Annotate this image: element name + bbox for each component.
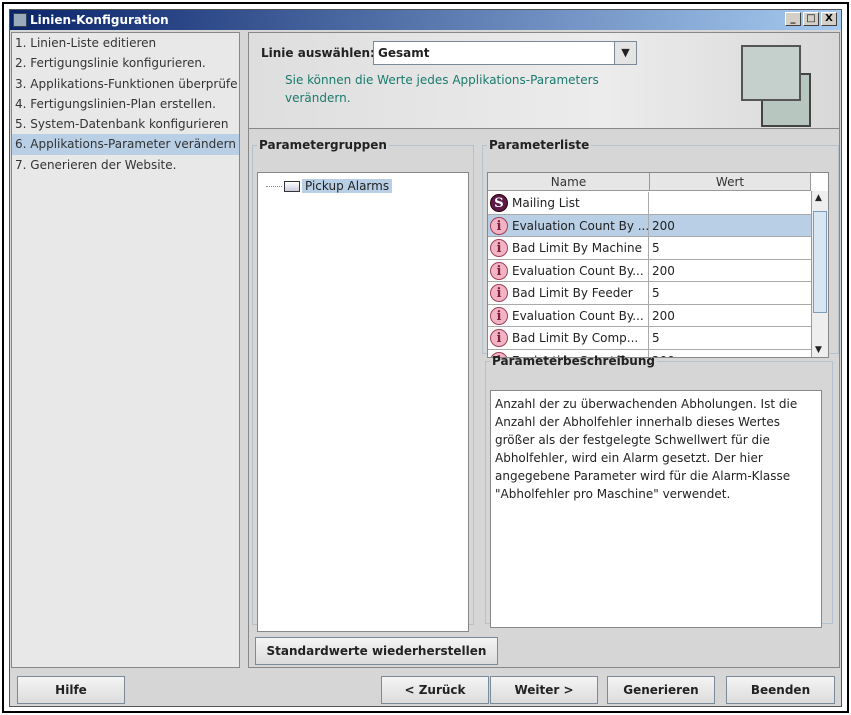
- param-value[interactable]: 200: [650, 260, 675, 282]
- back-button[interactable]: < Zurück: [381, 676, 489, 704]
- parameter-list-title: Parameterliste: [489, 138, 590, 152]
- table-row[interactable]: i Bad Limit By Feeder 5: [488, 282, 811, 305]
- param-name-cell: S Mailing List: [488, 192, 649, 214]
- param-name: Bad Limit By Comp...: [512, 331, 639, 345]
- folder-icon: [284, 181, 300, 192]
- restore-defaults-button[interactable]: Standardwerte wiederherstellen: [255, 637, 498, 665]
- param-name: Bad Limit By Feeder: [512, 286, 633, 300]
- wizard-steps-list: 1. Linien-Liste editieren 2. Fertigungsl…: [11, 32, 240, 668]
- param-name: Mailing List: [512, 196, 580, 210]
- tree-line: [266, 186, 282, 187]
- param-name-cell: i Bad Limit By Machine: [488, 237, 649, 259]
- hint-text: Sie können die Werte jedes Applikations-…: [285, 73, 599, 105]
- table-row[interactable]: i Evaluation Count By ... 200: [488, 214, 811, 237]
- parameter-description-text: Anzahl der zu überwachenden Abholungen. …: [490, 390, 822, 628]
- tree-node-label: Pickup Alarms: [302, 179, 393, 193]
- parameter-groups-tree: Pickup Alarms: [257, 172, 469, 632]
- param-value[interactable]: 200: [650, 215, 675, 237]
- column-header-name[interactable]: Name: [488, 173, 650, 191]
- table-row[interactable]: i Bad Limit By Machine 5: [488, 237, 811, 260]
- exit-button[interactable]: Beenden: [726, 676, 835, 704]
- param-name: Bad Limit By Machine: [512, 241, 642, 255]
- wizard-window: Linien-Konfiguration _ □ X 1. Linien-Lis…: [9, 9, 842, 707]
- step-item[interactable]: 2. Fertigungslinie konfigurieren.: [12, 53, 239, 73]
- title-bar: Linien-Konfiguration _ □ X: [10, 10, 841, 30]
- info-param-icon: i: [490, 329, 508, 347]
- scrollbar-thumb[interactable]: [813, 211, 827, 313]
- table-row[interactable]: i Bad Limit By Comp... 5: [488, 327, 811, 350]
- pie-chart-illustration-icon: [741, 45, 801, 101]
- window-title: Linien-Konfiguration: [30, 13, 169, 27]
- info-param-icon: i: [490, 284, 508, 302]
- info-param-icon: i: [490, 239, 508, 257]
- param-name-cell: i Evaluation Count By...: [488, 259, 649, 281]
- param-name-cell: i Bad Limit By Feeder: [488, 282, 649, 304]
- param-name-cell: i Evaluation Count By...: [488, 304, 649, 326]
- step-item-selected[interactable]: 6. Applikations-Parameter verändern: [12, 134, 239, 155]
- param-name: Evaluation Count By ...: [512, 218, 649, 233]
- step-item[interactable]: 5. System-Datenbank konfigurieren: [12, 114, 239, 134]
- string-param-icon: S: [490, 194, 508, 212]
- table-row[interactable]: i Evaluation Count By... 200: [488, 304, 811, 327]
- info-param-icon: i: [490, 306, 508, 325]
- parameter-groups-panel: Parametergruppen Pickup Alarms: [252, 138, 474, 632]
- param-name: Evaluation Count By...: [512, 263, 644, 278]
- param-value[interactable]: 200: [650, 305, 675, 327]
- app-icon: [13, 13, 27, 27]
- header-panel: Linie auswählen: Gesamt ▼ Sie können die …: [249, 33, 839, 129]
- info-param-icon: i: [490, 216, 508, 235]
- parameter-groups-title: Parametergruppen: [259, 138, 387, 152]
- step-item[interactable]: 3. Applikations-Funktionen überprüfe: [12, 74, 239, 94]
- step-item[interactable]: 7. Generieren der Website.: [12, 155, 239, 175]
- maximize-button[interactable]: □: [803, 12, 819, 26]
- generate-button[interactable]: Generieren: [607, 676, 715, 704]
- content-panel: Linie auswählen: Gesamt ▼ Sie können die …: [248, 32, 840, 668]
- chevron-down-icon[interactable]: ▼: [614, 42, 636, 64]
- help-button[interactable]: Hilfe: [17, 676, 125, 704]
- next-button[interactable]: Weiter >: [490, 676, 598, 704]
- minimize-button[interactable]: _: [785, 12, 801, 26]
- param-name: Evaluation Count By...: [512, 308, 644, 323]
- line-select-value: Gesamt: [378, 46, 430, 60]
- close-button[interactable]: X: [821, 12, 837, 26]
- scroll-up-icon[interactable]: ▲: [815, 193, 822, 203]
- parameter-description-panel: Parameterbeschreibung Anzahl der zu über…: [485, 354, 833, 628]
- column-header-value[interactable]: Wert: [650, 173, 811, 191]
- info-param-icon: i: [490, 261, 508, 280]
- param-value[interactable]: 5: [650, 327, 660, 349]
- line-select[interactable]: Gesamt ▼: [373, 41, 637, 65]
- line-select-label: Linie auswählen:: [261, 46, 375, 60]
- param-value[interactable]: 5: [650, 282, 660, 304]
- step-item[interactable]: 4. Fertigungslinien-Plan erstellen.: [12, 94, 239, 114]
- param-name-cell: i Bad Limit By Comp...: [488, 327, 649, 349]
- vertical-scrollbar[interactable]: ▲ ▼: [811, 191, 828, 357]
- step-item[interactable]: 1. Linien-Liste editieren: [12, 33, 239, 53]
- param-name-cell: i Evaluation Count By ...: [488, 214, 649, 236]
- tree-node-pickup-alarms[interactable]: Pickup Alarms: [266, 177, 393, 195]
- table-row[interactable]: S Mailing List: [488, 192, 811, 215]
- param-value[interactable]: 5: [650, 237, 660, 259]
- parameter-description-title: Parameterbeschreibung: [492, 354, 655, 368]
- table-row[interactable]: i Evaluation Count By... 200: [488, 259, 811, 282]
- parameter-list-panel: Parameterliste Name Wert S Mailing List i E…: [482, 138, 839, 358]
- parameter-table: Name Wert S Mailing List i Evaluation Count…: [487, 172, 829, 358]
